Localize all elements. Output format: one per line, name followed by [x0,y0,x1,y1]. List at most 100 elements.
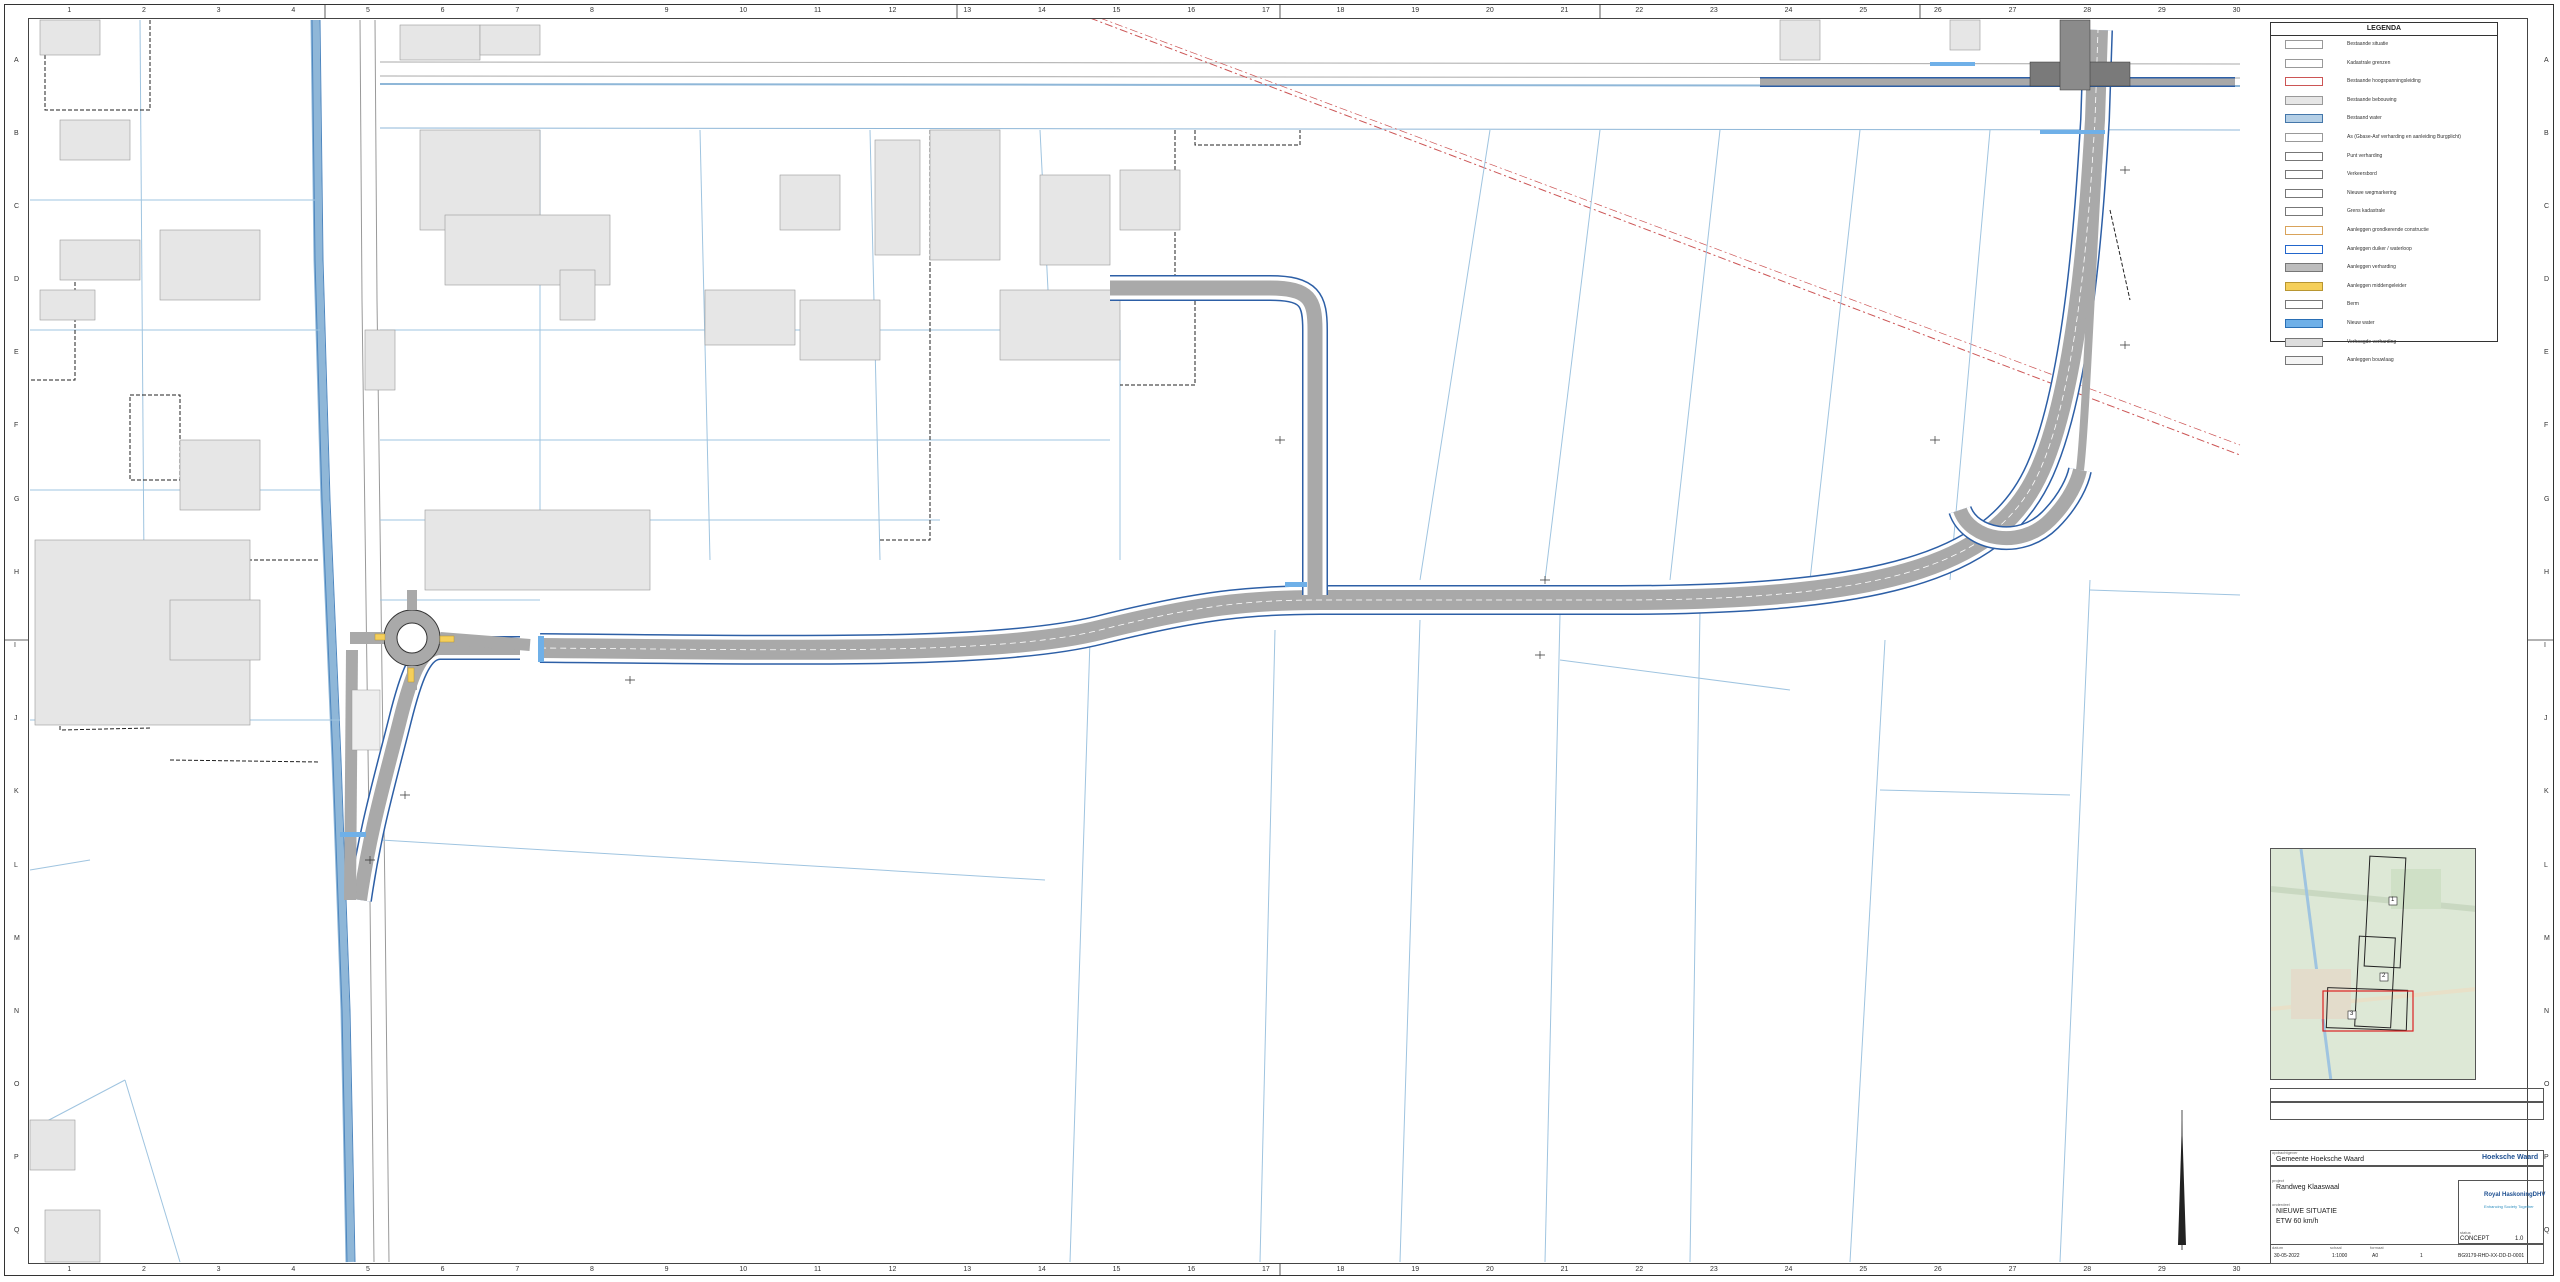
site-plan [4,4,2554,1276]
grid-label: L [14,861,18,869]
grid-label: 14 [1038,1266,1046,1273]
legend-swatch [2285,356,2323,366]
legend-swatch [2285,263,2323,273]
grid-label: J [2544,715,2548,723]
grid-label: 15 [1112,1266,1121,1273]
legend-label: As (Gbase-Asf verharding en aanleiding B… [2347,133,2461,140]
grid-label: 15 [1112,7,1121,14]
grid-label: 6 [440,1266,445,1273]
legend-swatch [2285,58,2323,68]
legend-row: Nieuwe wegmarkering [2271,185,2497,204]
tb-company-box [2458,1180,2544,1244]
grid-label: 1 [67,1266,72,1273]
tb-drawing-label: onderdeel [2272,1202,2290,1207]
grid-label: 10 [739,7,748,14]
grid-label: 20 [1486,1266,1494,1273]
legend-label: Kadastrale grenzen [2347,59,2391,66]
grid-label: 7 [515,1266,520,1273]
grid-label: I [2544,642,2546,649]
legend-label: Bestaande situatie [2347,41,2389,47]
grid-label: 20 [1486,7,1494,14]
grid-label: B [2544,129,2549,137]
grid-label: E [2544,349,2549,357]
grid-label: 5 [366,7,370,14]
grid-label: 19 [1411,1266,1420,1273]
cadastral-lines [30,20,2131,763]
grid-label: 9 [664,1266,669,1273]
legend-rows: Bestaande situatie Kadastrale grenzen Best… [2271,36,2497,371]
grid-label: 8 [590,1266,594,1273]
grid-label: N [2544,1007,2550,1015]
legend-row: As (Gbase-Asf verharding en aanleiding B… [2271,129,2497,148]
tb-scale-label: schaal [2330,1245,2342,1250]
grid-label: C [14,202,20,210]
legend-swatch [2285,114,2323,124]
legend-title: LEGENDA [2271,23,2497,36]
grid-label: 25 [1859,7,1868,14]
grid-label: M [2544,934,2550,942]
grid-label: K [2544,788,2549,796]
grid-label: 2 [142,7,146,14]
tb-revision: 1.0 [2515,1236,2524,1242]
grid-label: 9 [664,7,669,14]
grid-label: 17 [1262,1266,1270,1273]
grid-label: 5 [366,1266,370,1273]
grid-label: 3 [216,7,221,14]
grid-label: G [14,495,20,503]
tb-company-tagline: Enhancing Society Together [2484,1204,2534,1209]
grid-label: A [2544,56,2549,64]
new-road-network [340,19,2235,902]
grid-label: H [2544,568,2550,576]
legend-label: Aanleggen duiker / waterloop [2347,245,2412,252]
grid-label: 12 [888,1266,897,1273]
grid-label: 24 [1784,7,1793,14]
grid-label: K [14,788,19,796]
grid-label: 17 [1262,7,1270,14]
legend-swatch [2285,170,2323,180]
legend-label: Bestaand water [2347,115,2382,122]
grid-label: I [14,642,16,649]
legend-row: Aanleggen verharding [2271,259,2497,278]
grid-label: 11 [814,1266,822,1273]
grid-label: 10 [739,1266,748,1273]
grid-label: 18 [1336,1266,1345,1273]
grid-label: H [14,568,20,576]
grid-label: 25 [1859,1266,1868,1273]
grid-label: 7 [515,7,520,14]
legend-row: Bestaande bebouwing [2271,92,2497,111]
grid-label: 26 [1934,7,1942,14]
legend-row: Verkeersbord [2271,166,2497,185]
grid-label: 3 [216,1266,221,1273]
grid-label: 22 [1635,1266,1644,1273]
legend-label: Aanleggen grondkerende constructie [2347,226,2429,233]
tb-revision-row [2270,1102,2544,1120]
tb-date: 30-05-2022 [2274,1253,2300,1259]
legend-row: Punt verharding [2271,148,2497,167]
legend-label: Bestaande hoogspanningsleiding [2347,78,2421,85]
legend-label: Aanleggen middengeleider [2347,282,2407,289]
legend-label: Verhoogde verharding [2347,338,2397,345]
legend-swatch [2285,337,2323,347]
grid-label: 8 [590,7,594,14]
tb-date-label: datum [2272,1245,2284,1250]
grid-label: 16 [1187,1266,1196,1273]
grid-label: 19 [1411,7,1420,14]
key-map-label-1: 1 [2391,897,2395,903]
legend-swatch [2285,281,2323,291]
legend-row: Aanleggen bouwlaag [2271,352,2497,371]
grid-label: D [2544,276,2550,284]
legend-row: Nieuw water [2271,315,2497,334]
tb-scale: 1:1000 [2332,1253,2348,1259]
legend-swatch [2285,207,2323,217]
grid-label: 2 [142,1266,146,1273]
grid-label: D [14,276,20,284]
key-map-label-3: 3 [2350,1011,2354,1017]
grid-label: 29 [2158,1266,2166,1273]
legend-row: Kadastrale grenzen [2271,55,2497,74]
grid-label: 30 [2232,1266,2241,1273]
legend-row: Bestaand water [2271,110,2497,129]
grid-label: J [14,715,18,723]
grid-label: 29 [2158,7,2166,14]
grid-label: F [14,422,19,430]
grid-label: 12 [888,7,897,14]
